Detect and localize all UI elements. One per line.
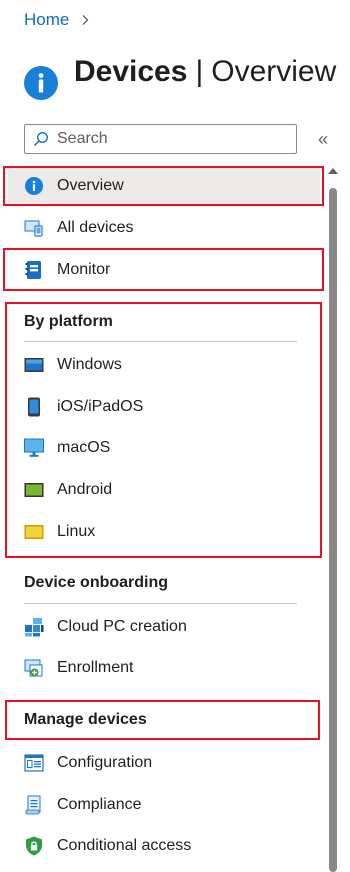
nav-item-android[interactable]: Android xyxy=(8,471,320,509)
monitor-icon xyxy=(24,260,44,280)
info-icon xyxy=(24,66,58,100)
nav-item-label: All devices xyxy=(57,219,134,236)
info-icon xyxy=(24,176,44,196)
nav-item-label: Linux xyxy=(57,523,96,540)
nav-item-compliance[interactable]: Compliance xyxy=(8,786,320,824)
nav-item-windows[interactable]: Windows xyxy=(8,346,320,384)
nav-item-label: macOS xyxy=(57,439,111,456)
scroll-up-arrow-icon[interactable] xyxy=(328,168,338,174)
nav-item-label: Cloud PC creation xyxy=(57,618,187,635)
scrollbar-thumb[interactable] xyxy=(329,188,337,872)
macos-device-icon xyxy=(24,438,44,458)
nav-item-label: Configuration xyxy=(57,754,153,771)
chevron-right-icon xyxy=(79,14,91,26)
breadcrumb: Home xyxy=(24,8,91,32)
nav-item-all-devices[interactable]: All devices xyxy=(8,209,320,247)
nav-item-label: Enrollment xyxy=(57,659,134,676)
shield-lock-icon xyxy=(24,836,44,856)
nav-item-ios-ipados[interactable]: iOS/iPadOS xyxy=(8,388,320,426)
nav-item-label: Windows xyxy=(57,356,122,373)
nav-item-label: iOS/iPadOS xyxy=(57,398,144,415)
group-header-device-onboarding: Device onboarding xyxy=(24,574,169,591)
nav-item-label: Monitor xyxy=(57,261,111,278)
page-title-subtitle: Overview xyxy=(211,55,337,88)
group-divider xyxy=(24,341,297,342)
nav-item-cloud-pc-creation[interactable]: Cloud PC creation xyxy=(8,608,320,646)
search-box[interactable] xyxy=(24,124,297,154)
nav-item-label: Conditional access xyxy=(57,837,192,854)
group-divider xyxy=(24,603,297,604)
page-title-separator: | xyxy=(195,55,204,88)
group-header-by-platform: By platform xyxy=(24,313,113,330)
nav-item-enrollment[interactable]: Enrollment xyxy=(8,649,320,687)
scrollbar[interactable] xyxy=(326,166,340,872)
group-header-manage-devices: Manage devices xyxy=(24,711,147,728)
devices-icon xyxy=(24,218,44,238)
search-input[interactable] xyxy=(57,130,287,148)
nav-item-monitor[interactable]: Monitor xyxy=(8,251,320,289)
nav-item-label: Android xyxy=(57,481,113,498)
nav-item-overview[interactable]: Overview xyxy=(8,167,320,205)
nav-item-label: Overview xyxy=(57,177,124,194)
linux-device-icon xyxy=(24,522,44,542)
nav-item-linux[interactable]: Linux xyxy=(8,513,320,551)
compliance-icon xyxy=(24,795,44,815)
android-device-icon xyxy=(24,480,44,500)
nav-item-configuration[interactable]: Configuration xyxy=(8,744,320,782)
page-title: Devices | Overview xyxy=(74,52,336,92)
page-title-main: Devices xyxy=(74,55,188,88)
ios-device-icon xyxy=(24,397,44,417)
search-icon xyxy=(33,131,49,147)
breadcrumb-home-link[interactable]: Home xyxy=(24,10,69,30)
windows-device-icon xyxy=(24,355,44,375)
nav-item-label: Compliance xyxy=(57,796,142,813)
configuration-icon xyxy=(24,753,44,773)
nav-item-macos[interactable]: macOS xyxy=(8,429,320,467)
nav-item-conditional-access[interactable]: Conditional access xyxy=(8,827,320,865)
page-header: Devices | Overview xyxy=(24,44,336,100)
enrollment-icon xyxy=(24,658,44,678)
collapse-menu-button[interactable]: « xyxy=(314,128,332,150)
cloud-pc-icon xyxy=(24,617,44,637)
